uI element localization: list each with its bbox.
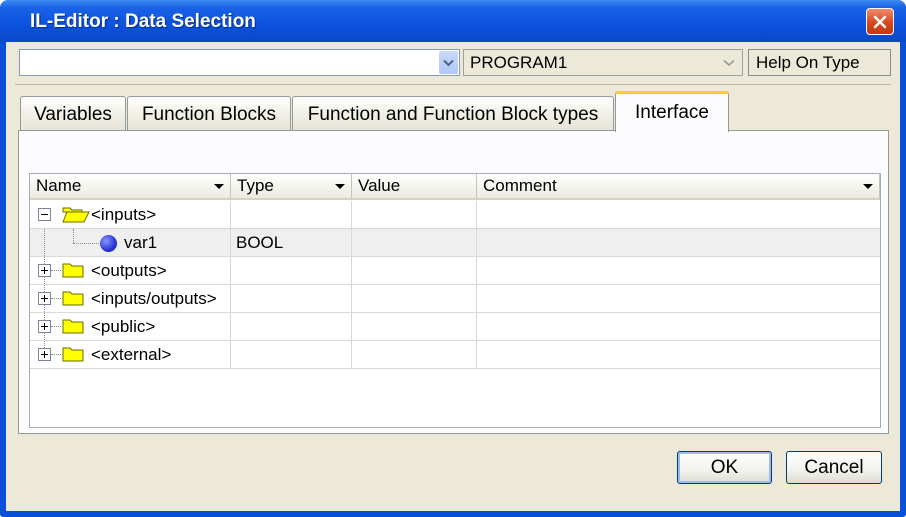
chevron-down-icon (723, 59, 735, 66)
folder-icon (62, 263, 84, 278)
separator (15, 84, 891, 85)
type-cell: BOOL (231, 229, 352, 256)
tab-function-blocks[interactable]: Function Blocks (127, 96, 291, 132)
tree-line (51, 326, 61, 327)
column-header-comment[interactable]: Comment (477, 174, 880, 200)
table-row[interactable]: var1 BOOL (30, 229, 880, 257)
folder-icon (62, 319, 84, 334)
window-title: IL-Editor : Data Selection (30, 11, 256, 32)
type-cell (231, 341, 352, 368)
row-name: var1 (124, 233, 158, 252)
help-on-type-button[interactable]: Help On Type (748, 49, 891, 76)
value-cell[interactable] (352, 341, 477, 368)
ok-button[interactable]: OK (677, 451, 772, 484)
column-header-label: Type (237, 176, 274, 195)
program-combobox-value: PROGRAM1 (470, 53, 568, 72)
dialog-body: PROGRAM1 Help On Type Variables Function… (6, 42, 900, 511)
chevron-down-icon (443, 59, 454, 66)
column-header-label: Name (36, 176, 82, 195)
expand-toggle[interactable] (38, 348, 51, 361)
comment-cell[interactable] (477, 313, 880, 340)
type-cell (231, 285, 352, 312)
folder-icon (62, 291, 84, 306)
table-row[interactable]: <external> (30, 341, 880, 369)
value-cell[interactable] (352, 257, 477, 284)
row-type: BOOL (236, 233, 284, 252)
program-combobox[interactable]: PROGRAM1 (463, 49, 743, 76)
tree-line (51, 354, 61, 355)
tree-line (73, 243, 99, 244)
interface-variables-grid[interactable]: Name Type Value Comment <inputs> var1 BO… (29, 173, 881, 428)
tree-line (44, 229, 45, 256)
scope-combobox-dropdown-button[interactable] (439, 51, 458, 74)
dropdown-arrow-icon[interactable] (214, 184, 224, 189)
type-cell (231, 257, 352, 284)
name-cell: <public> (30, 313, 231, 340)
column-header-label: Comment (483, 176, 557, 195)
row-name: <outputs> (91, 261, 167, 280)
column-header-value[interactable]: Value (352, 174, 477, 200)
type-cell (231, 313, 352, 340)
title-bar[interactable]: IL-Editor : Data Selection (0, 0, 906, 42)
column-header-name[interactable]: Name (30, 174, 231, 200)
table-row[interactable]: <inputs> (30, 201, 880, 229)
dropdown-arrow-icon[interactable] (335, 184, 345, 189)
row-name: <inputs/outputs> (91, 289, 217, 308)
comment-cell[interactable] (477, 229, 880, 256)
comment-cell[interactable] (477, 285, 880, 312)
close-button[interactable] (866, 8, 894, 35)
tree-line (73, 229, 74, 243)
expand-toggle[interactable] (38, 292, 51, 305)
name-cell: <inputs/outputs> (30, 285, 231, 312)
type-cell (231, 201, 352, 228)
program-combobox-dropdown-button[interactable] (717, 51, 741, 74)
name-cell: <inputs> (30, 201, 231, 228)
row-name: <external> (91, 345, 172, 364)
comment-cell[interactable] (477, 201, 880, 228)
dropdown-arrow-icon[interactable] (863, 184, 873, 189)
cancel-button[interactable]: Cancel (786, 451, 882, 484)
collapse-toggle[interactable] (38, 208, 51, 221)
value-cell[interactable] (352, 285, 477, 312)
value-cell[interactable] (352, 201, 477, 228)
tab-function-and-function-block-types[interactable]: Function and Function Block types (292, 96, 614, 132)
dialog-window: IL-Editor : Data Selection PROGRAM1 Help… (0, 0, 906, 517)
name-cell: var1 (30, 229, 231, 256)
open-folder-icon (62, 207, 90, 223)
tab-interface[interactable]: Interface (615, 91, 729, 132)
comment-cell[interactable] (477, 257, 880, 284)
table-row[interactable]: <public> (30, 313, 880, 341)
name-cell: <external> (30, 341, 231, 368)
tree-line (51, 298, 61, 299)
scope-combobox[interactable] (19, 49, 460, 76)
table-row[interactable]: <outputs> (30, 257, 880, 285)
value-cell[interactable] (352, 229, 477, 256)
expand-toggle[interactable] (38, 264, 51, 277)
tree-line (51, 270, 61, 271)
folder-icon (62, 347, 84, 362)
close-icon (873, 15, 887, 28)
interface-tab-panel: Name Type Value Comment <inputs> var1 BO… (18, 130, 889, 434)
table-row[interactable]: <inputs/outputs> (30, 285, 880, 313)
row-name: <inputs> (91, 205, 157, 224)
variable-icon (100, 235, 117, 252)
tab-variables[interactable]: Variables (20, 96, 126, 132)
comment-cell[interactable] (477, 341, 880, 368)
column-header-type[interactable]: Type (231, 174, 352, 200)
row-name: <public> (91, 317, 156, 336)
expand-toggle[interactable] (38, 320, 51, 333)
column-header-label: Value (358, 176, 401, 195)
value-cell[interactable] (352, 313, 477, 340)
name-cell: <outputs> (30, 257, 231, 284)
